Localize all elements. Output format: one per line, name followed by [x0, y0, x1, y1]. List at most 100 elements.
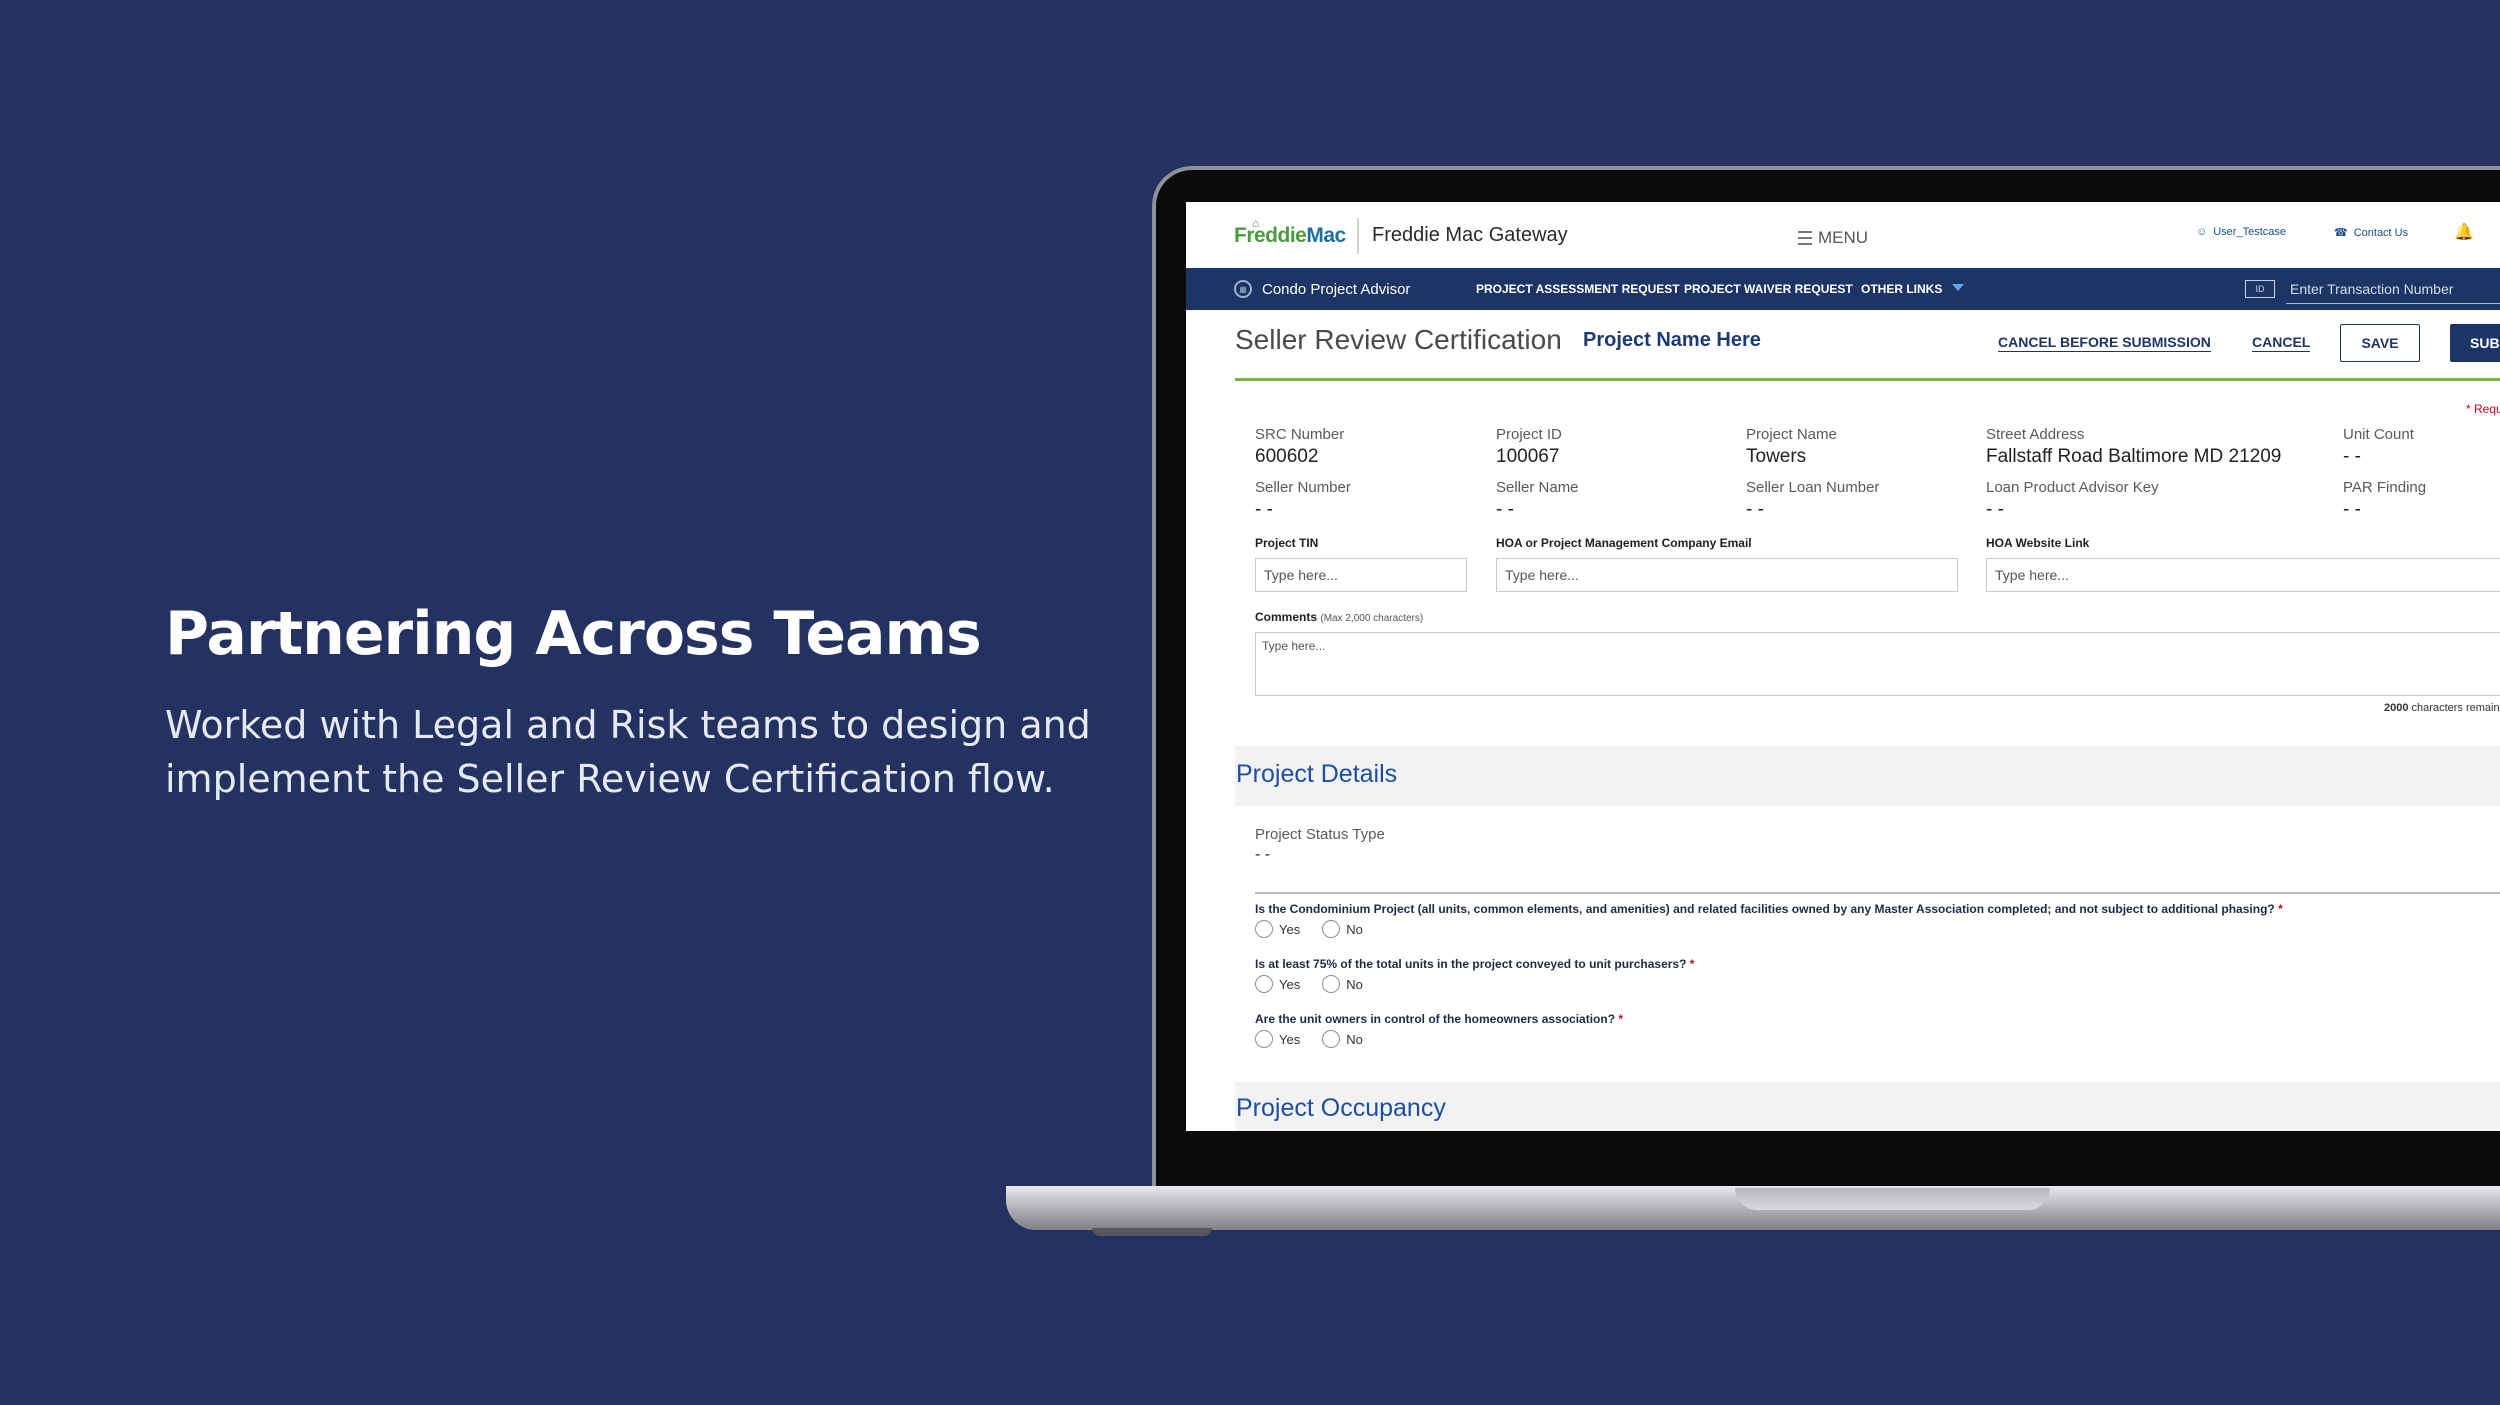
hoa-website-input[interactable] [1986, 558, 2500, 592]
seller-name-label: Seller Name [1496, 479, 1579, 496]
comments-hint: (Max 2,000 characters) [1320, 613, 1424, 624]
seller-loan-number-label: Seller Loan Number [1746, 479, 1880, 496]
seller-number-value: - - [1255, 499, 1273, 520]
unit-count-label: Unit Count [2343, 426, 2414, 443]
cancel-before-submission-link[interactable]: CANCEL BEFORE SUBMISSION [1998, 334, 2211, 352]
phone-icon: ☎ [2334, 227, 2348, 239]
hoa-email-input[interactable] [1496, 558, 1958, 592]
submit-button[interactable]: SUBMIT [2450, 324, 2500, 362]
loan-product-advisor-key-label: Loan Product Advisor Key [1986, 479, 2159, 496]
project-name-value: Towers [1746, 446, 1807, 467]
radio-icon[interactable] [1322, 920, 1341, 938]
completion-yes-option[interactable]: Yes [1255, 920, 1300, 938]
question-owner-control-text: Are the unit owners in control of the ho… [1255, 1012, 1616, 1026]
project-details-title: Project Details [1236, 760, 1398, 788]
src-number-value: 600602 [1255, 446, 1319, 467]
radio-icon[interactable] [1255, 975, 1273, 993]
laptop-foot [1092, 1228, 1212, 1236]
project-id-value: 100067 [1496, 446, 1560, 467]
contact-label: Contact Us [2353, 226, 2409, 239]
yes-label: Yes [1279, 921, 1301, 937]
project-status-type-value: - - [1255, 846, 1271, 863]
nav-bar: ▦ Condo Project Advisor PROJECT ASSESSME… [1186, 268, 2500, 310]
details-divider [1255, 892, 2500, 894]
question-owner-control-options: Yes No [1255, 1030, 1377, 1048]
transaction-number-input[interactable] [2286, 274, 2500, 304]
project-name-label: Project Name [1746, 426, 1837, 443]
question-completion-text: Is the Condominium Project (all units, c… [1255, 902, 2275, 916]
par-finding-value: - - [2343, 499, 2361, 520]
street-address-label: Street Address [1986, 426, 2085, 443]
laptop-notch [1735, 1188, 2050, 1210]
logo-divider [1357, 218, 1359, 254]
hoa-email-label: HOA or Project Management Company Email [1496, 536, 1752, 550]
gateway-title: Freddie Mac Gateway [1372, 224, 1568, 246]
menu-button[interactable]: MENU [1798, 228, 1868, 248]
radio-icon[interactable] [1322, 975, 1341, 993]
hoa-website-label: HOA Website Link [1986, 536, 2090, 550]
characters-remaining: 2000 characters remaining [2384, 702, 2500, 714]
project-details-panel [1235, 806, 2500, 1082]
no-label: No [1346, 976, 1363, 992]
seller-name-value: - - [1496, 499, 1514, 520]
project-occupancy-title: Project Occupancy [1236, 1094, 1446, 1122]
cancel-link[interactable]: CANCEL [2252, 334, 2311, 352]
other-links-label: OTHER LINKS [1861, 282, 1943, 296]
user-menu[interactable]: ☺ User_Testcase [2196, 226, 2286, 238]
project-tin-label: Project TIN [1255, 536, 1319, 550]
street-address-value: Fallstaff Road Baltimore MD 21209 [1986, 446, 2282, 467]
conveyed-yes-option[interactable]: Yes [1255, 975, 1300, 993]
required-marker: * [1618, 1012, 1624, 1026]
question-conveyed-units: Is at least 75% of the total units in th… [1255, 957, 1694, 971]
user-icon: ☺ [2196, 226, 2208, 238]
seller-number-label: Seller Number [1255, 479, 1351, 496]
hero-line-1: Worked with Legal and Risk teams to desi… [165, 703, 1091, 747]
radio-icon[interactable] [1322, 1030, 1341, 1048]
question-completion: Is the Condominium Project (all units, c… [1255, 902, 2283, 916]
yes-label: Yes [1279, 1031, 1301, 1047]
seller-loan-number-value: - - [1746, 499, 1764, 520]
nav-project-assessment-request[interactable]: PROJECT ASSESSMENT REQUEST [1476, 282, 1680, 296]
app-name[interactable]: ▦ Condo Project Advisor [1234, 280, 1410, 298]
par-finding-label: PAR Finding [2343, 479, 2427, 496]
freddie-mac-logo[interactable]: ⌂ FreddieMac [1234, 216, 1346, 248]
project-id-label: Project ID [1496, 426, 1562, 443]
owner-control-no-option[interactable]: No [1322, 1030, 1363, 1048]
question-owner-control: Are the unit owners in control of the ho… [1255, 1012, 1623, 1026]
comments-label: Comments (Max 2,000 characters) [1255, 610, 1423, 624]
logo-text-mac: Mac [1306, 224, 1346, 247]
radio-icon[interactable] [1255, 1030, 1273, 1048]
characters-remaining-text: characters remaining [2411, 702, 2500, 714]
radio-icon[interactable] [1255, 920, 1273, 938]
nav-project-waiver-request[interactable]: PROJECT WAIVER REQUEST [1684, 282, 1853, 296]
project-name-heading: Project Name Here [1583, 329, 1761, 351]
comments-label-text: Comments [1255, 610, 1318, 624]
app-name-label: Condo Project Advisor [1262, 280, 1411, 298]
conveyed-no-option[interactable]: No [1322, 975, 1363, 993]
project-status-type-label: Project Status Type [1255, 826, 1385, 843]
question-conveyed-units-text: Is at least 75% of the total units in th… [1255, 957, 1687, 971]
unit-count-value: - - [2343, 446, 2361, 467]
project-tin-input[interactable] [1255, 558, 1467, 592]
laptop-screen: ⌂ FreddieMac Freddie Mac Gateway MENU ☺ … [1186, 202, 2500, 1131]
nav-other-links[interactable]: OTHER LINKS [1861, 282, 1965, 296]
no-label: No [1346, 921, 1363, 937]
save-button[interactable]: SAVE [2340, 324, 2420, 362]
question-conveyed-units-options: Yes No [1255, 975, 1377, 993]
contact-us-link[interactable]: ☎ Contact Us [2334, 226, 2409, 240]
hero-title: Partnering Across Teams [165, 599, 982, 669]
required-note: * Required [2466, 402, 2500, 416]
characters-remaining-count: 2000 [2384, 702, 2409, 714]
completion-no-option[interactable]: No [1322, 920, 1363, 938]
menu-label: MENU [1818, 228, 1869, 247]
comments-textarea[interactable] [1255, 632, 2500, 696]
yes-label: Yes [1279, 976, 1301, 992]
id-card-icon: ID [2245, 280, 2275, 298]
caret-down-icon [1952, 284, 1965, 291]
top-bar: ⌂ FreddieMac Freddie Mac Gateway MENU ☺ … [1186, 202, 2500, 268]
bell-icon[interactable]: 🔔 [2454, 222, 2474, 242]
hero-description: Worked with Legal and Risk teams to desi… [165, 698, 1105, 806]
question-completion-options: Yes No [1255, 920, 1377, 938]
hero-text: Partnering Across Teams Worked with Lega… [165, 592, 1105, 806]
owner-control-yes-option[interactable]: Yes [1255, 1030, 1300, 1048]
